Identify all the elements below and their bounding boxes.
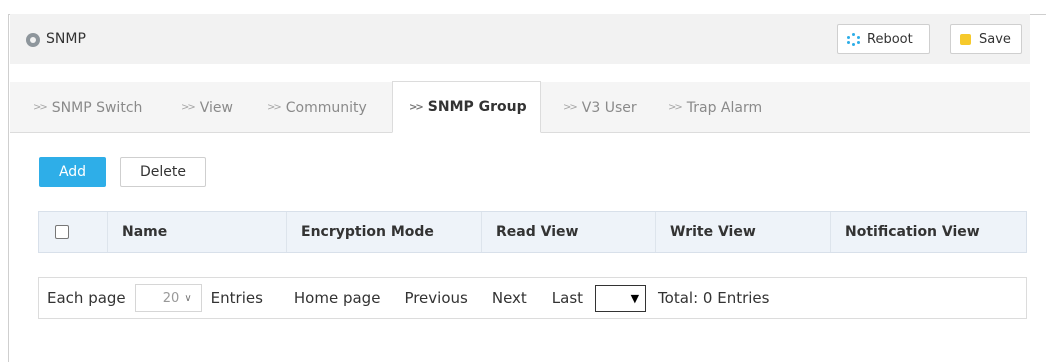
column-label: Read View: [496, 224, 579, 240]
tab-community[interactable]: >> Community: [267, 82, 367, 133]
tab-label: View: [199, 99, 233, 116]
column-label: Notification View: [845, 224, 980, 240]
entries-label: Entries: [210, 289, 263, 307]
previous-page-link[interactable]: Previous: [404, 289, 467, 307]
reboot-button[interactable]: Reboot: [837, 24, 930, 54]
tab-trap-alarm[interactable]: >> Trap Alarm: [668, 82, 762, 133]
save-label: Save: [979, 31, 1011, 47]
reboot-spinner-icon: [847, 32, 860, 46]
save-icon: [960, 33, 971, 45]
column-label: Encryption Mode: [301, 224, 434, 240]
column-notification-view[interactable]: Notification View: [830, 212, 1026, 252]
column-write-view[interactable]: Write View: [655, 212, 830, 252]
delete-button[interactable]: Delete: [120, 157, 206, 187]
save-button[interactable]: Save: [950, 24, 1022, 54]
snmp-circle-icon: [26, 33, 40, 47]
tab-view[interactable]: >> View: [181, 82, 233, 133]
chevron-down-icon: ∨: [184, 292, 192, 304]
tab-label: SNMP Switch: [51, 99, 143, 116]
tab-arrow-icon: >>: [668, 102, 683, 113]
column-name[interactable]: Name: [107, 212, 286, 252]
tab-bar: >> SNMP Switch >> View >> Community >> S…: [10, 81, 1030, 133]
chevron-down-icon: ▼: [630, 291, 640, 305]
pagination-bar: Each page 20 ∨ Entries Home page Previou…: [38, 277, 1027, 319]
tab-arrow-icon: >>: [563, 102, 578, 113]
tab-arrow-icon: >>: [409, 101, 424, 113]
total-entries: Total: 0 Entries: [658, 289, 770, 307]
tab-arrow-icon: >>: [267, 102, 282, 113]
column-label: Name: [122, 224, 168, 240]
tab-label: V3 User: [581, 99, 637, 116]
select-all-checkbox[interactable]: [55, 225, 69, 239]
tab-label: Trap Alarm: [686, 99, 763, 116]
last-page-link[interactable]: Last: [552, 289, 583, 307]
column-label: Write View: [670, 224, 756, 240]
page-size-select[interactable]: 20 ∨: [134, 284, 202, 312]
table-header: Name Encryption Mode Read View Write Vie…: [38, 211, 1027, 253]
page-jump-select[interactable]: ▼: [595, 284, 647, 312]
tab-arrow-icon: >>: [33, 102, 48, 113]
column-read-view[interactable]: Read View: [481, 212, 655, 252]
tab-v3-user[interactable]: >> V3 User: [563, 82, 637, 133]
page-title: SNMP: [46, 31, 86, 47]
tab-arrow-icon: >>: [181, 102, 196, 113]
home-page-link[interactable]: Home page: [294, 289, 381, 307]
tab-label: SNMP Group: [427, 99, 527, 115]
column-encryption-mode[interactable]: Encryption Mode: [286, 212, 481, 252]
tab-snmp-switch[interactable]: >> SNMP Switch: [33, 82, 142, 133]
tab-label: Community: [285, 99, 367, 116]
page-header: SNMP Reboot Save: [10, 14, 1030, 64]
reboot-label: Reboot: [867, 31, 913, 47]
next-page-link[interactable]: Next: [492, 289, 527, 307]
page-size-value: 20: [162, 290, 180, 306]
add-button[interactable]: Add: [39, 157, 106, 187]
tab-snmp-group[interactable]: >> SNMP Group: [392, 81, 541, 133]
each-page-label: Each page: [47, 289, 126, 307]
